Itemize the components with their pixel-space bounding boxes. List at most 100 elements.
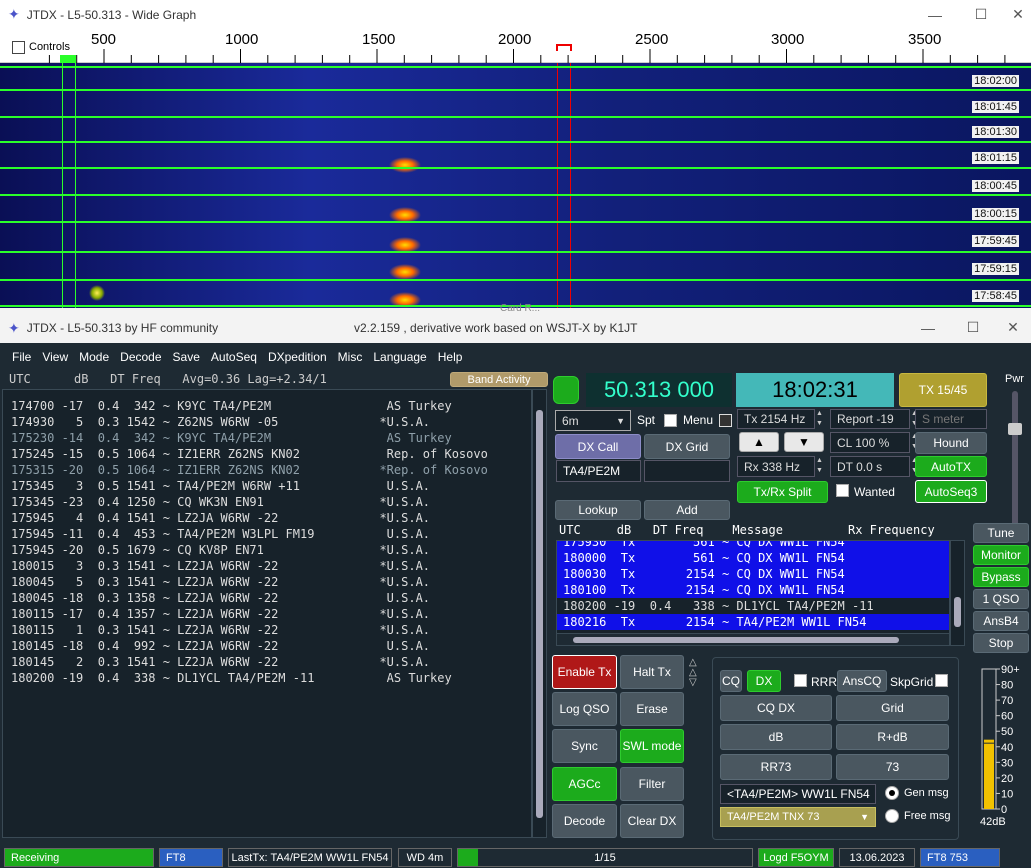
agcc-button[interactable]: AGCc <box>552 767 617 801</box>
maximize-icon[interactable]: ☐ <box>958 0 1004 29</box>
minimize-icon[interactable]: — <box>912 0 958 29</box>
rr73-button[interactable]: RR73 <box>720 754 832 780</box>
rx-spinner-icon[interactable]: ▲ ▼ <box>816 456 826 476</box>
close-icon[interactable]: ✕ <box>1005 0 1031 29</box>
rx-message-row[interactable]: 180030 Tx 2154 ~ CQ DX WW1L FN54 <box>557 566 949 582</box>
hound-button[interactable]: Hound <box>915 432 987 454</box>
gen-msg-field[interactable]: <TA4/PE2M> WW1L FN54 <box>720 784 876 804</box>
halt-tx-button[interactable]: Halt Tx <box>620 655 684 689</box>
spt-checkbox[interactable] <box>664 414 677 427</box>
decode-line[interactable]: 175230 -14 0.4 342 ~ K9YC TA4/PE2M AS Tu… <box>3 430 531 446</box>
freq-up-button[interactable]: ▲ <box>739 432 779 452</box>
menu-view[interactable]: View <box>42 350 68 364</box>
rx-message-row[interactable]: 175930 Tx 561 ~ CQ DX WW1L FN54 <box>557 541 949 550</box>
band-activity-button[interactable]: Band Activity <box>450 372 548 387</box>
enable-tx-button[interactable]: Enable Tx <box>552 655 617 689</box>
waterfall-display[interactable]: 18:02:00 18:01:45 18:01:30 18:01:15 18:0… <box>0 63 1031 308</box>
decode-line[interactable]: 180015 3 0.3 1541 ~ LZ2JA W6RW -22 *U.S.… <box>3 558 531 574</box>
decode-line[interactable]: 175945 -20 0.5 1679 ~ CQ KV8P EN71 *U.S.… <box>3 542 531 558</box>
decode-line[interactable]: 180115 1 0.3 1541 ~ LZ2JA W6RW -22 *U.S.… <box>3 622 531 638</box>
dx-call-button[interactable]: DX Call <box>555 434 641 459</box>
decode-line[interactable]: 175345 -23 0.4 1250 ~ CQ WK3N EN91 *U.S.… <box>3 494 531 510</box>
log-qso-button[interactable]: Log QSO <box>552 692 617 726</box>
menu-file[interactable]: File <box>12 350 31 364</box>
autotx-button[interactable]: AutoTX <box>915 456 987 477</box>
decode-line[interactable]: 180145 -18 0.4 992 ~ LZ2JA W6RW -22 U.S.… <box>3 638 531 654</box>
ansb4-button[interactable]: AnsB4 <box>973 611 1029 631</box>
clear-dx-button[interactable]: Clear DX <box>620 804 684 838</box>
erase-button[interactable]: Erase <box>620 692 684 726</box>
maximize-icon[interactable]: ☐ <box>950 313 996 342</box>
menu-language[interactable]: Language <box>373 350 426 364</box>
decode-line[interactable]: 174930 5 0.3 1542 ~ Z62NS W6RW -05 *U.S.… <box>3 414 531 430</box>
menu-save[interactable]: Save <box>173 350 200 364</box>
anscq-button[interactable]: AnsCQ <box>837 670 887 692</box>
report-field[interactable]: Report -19 <box>830 409 910 429</box>
rx-message-row[interactable]: 180216 Tx 2154 ~ TA4/PE2M WW1L FN54 <box>557 614 949 630</box>
close-icon[interactable]: ✕ <box>995 313 1031 342</box>
db-button[interactable]: dB <box>720 724 832 750</box>
decode-line[interactable]: 175945 4 0.4 1541 ~ LZ2JA W6RW -22 *U.S.… <box>3 510 531 526</box>
rx-marker[interactable] <box>60 55 76 63</box>
tx-spinner-icon[interactable]: ▲ ▼ <box>816 409 826 429</box>
free-msg-radio[interactable] <box>885 809 899 823</box>
menu-mode[interactable]: Mode <box>79 350 109 364</box>
tx-frequency-field[interactable]: Tx 2154 Hz <box>737 409 815 429</box>
rrr-checkbox[interactable] <box>794 674 807 687</box>
r-db-button[interactable]: R+dB <box>836 724 949 750</box>
menu-help[interactable]: Help <box>438 350 463 364</box>
minimize-icon[interactable]: — <box>905 313 951 342</box>
one-qso-button[interactable]: 1 QSO <box>973 589 1029 609</box>
dx-toggle-button[interactable]: DX <box>747 670 781 692</box>
tx-marker[interactable] <box>556 44 572 51</box>
decode-line[interactable]: 175945 -11 0.4 453 ~ TA4/PE2M W3LPL FM19… <box>3 526 531 542</box>
rx-message-row[interactable]: 180000 Tx 561 ~ CQ DX WW1L FN54 <box>557 550 949 566</box>
cq-button[interactable]: CQ <box>720 670 742 692</box>
rx-message-row[interactable]: 180200 -19 0.4 338 ~ DL1YCL TA4/PE2M -11 <box>557 598 949 614</box>
73-button[interactable]: 73 <box>836 754 949 780</box>
bypass-button[interactable]: Bypass <box>973 567 1029 587</box>
freq-down-button[interactable]: ▼ <box>784 432 824 452</box>
rx-frequency-list[interactable]: 175930 Tx 561 ~ CQ DX WW1L FN54 180000 Tx… <box>556 540 950 646</box>
band-activity-list[interactable]: 174700 -17 0.4 342 ~ K9YC TA4/PE2M AS Tu… <box>2 389 532 838</box>
cq-dx-button[interactable]: CQ DX <box>720 695 832 721</box>
skpgrid-checkbox[interactable] <box>935 674 948 687</box>
tx-order-icon[interactable]: △ △ ▽ <box>689 658 709 688</box>
menu-checkbox[interactable] <box>719 414 732 427</box>
filter-button[interactable]: Filter <box>620 767 684 801</box>
swl-mode-button[interactable]: SWL mode <box>620 729 684 763</box>
decode-line[interactable]: 174700 -17 0.4 342 ~ K9YC TA4/PE2M AS Tu… <box>3 398 531 414</box>
stop-button[interactable]: Stop <box>973 633 1029 653</box>
decode-line[interactable]: 175245 -15 0.5 1064 ~ IZ1ERR Z62NS KN02 … <box>3 446 531 462</box>
cl-field[interactable]: CL 100 % <box>830 432 910 453</box>
dx-grid-button[interactable]: DX Grid <box>644 434 730 459</box>
decode-line[interactable]: 180145 2 0.3 1541 ~ LZ2JA W6RW -22 *U.S.… <box>3 654 531 670</box>
add-button[interactable]: Add <box>644 500 730 520</box>
band-select[interactable]: 6m ▼ <box>555 410 631 431</box>
free-msg-field[interactable]: TA4/PE2M TNX 73 ▼ <box>720 807 876 827</box>
decode-line[interactable]: 180200 -19 0.4 338 ~ DL1YCL TA4/PE2M -11… <box>3 670 531 686</box>
autoseq3-button[interactable]: AutoSeq3 <box>915 480 987 503</box>
decode-line[interactable]: 180045 5 0.3 1541 ~ LZ2JA W6RW -22 *U.S.… <box>3 574 531 590</box>
gen-msg-radio[interactable] <box>885 786 899 800</box>
decode-line[interactable]: 175315 -20 0.5 1064 ~ IZ1ERR Z62NS KN02 … <box>3 462 531 478</box>
rx-frequency-field[interactable]: Rx 338 Hz <box>737 456 815 477</box>
dt-field[interactable]: DT 0.0 s <box>830 456 910 477</box>
wanted-checkbox[interactable] <box>836 484 849 497</box>
menu-decode[interactable]: Decode <box>120 350 161 364</box>
rx-frequency-scrollbar[interactable] <box>950 540 965 646</box>
rx-frequency-hscrollbar[interactable] <box>556 633 950 646</box>
txrx-split-button[interactable]: Tx/Rx Split <box>737 481 828 503</box>
sync-button[interactable]: Sync <box>552 729 617 763</box>
decode-line[interactable]: 180045 -18 0.3 1358 ~ LZ2JA W6RW -22 U.S… <box>3 590 531 606</box>
menu-dxpedition[interactable]: DXpedition <box>268 350 327 364</box>
dx-grid-field[interactable] <box>644 460 730 482</box>
decode-line[interactable]: 180115 -17 0.4 1357 ~ LZ2JA W6RW -22 *U.… <box>3 606 531 622</box>
band-activity-scrollbar[interactable] <box>532 389 547 838</box>
tune-button[interactable]: Tune <box>973 523 1029 543</box>
decode-line[interactable]: 175345 3 0.5 1541 ~ TA4/PE2M W6RW +11 U.… <box>3 478 531 494</box>
decode-button[interactable]: Decode <box>552 804 617 838</box>
power-slider[interactable] <box>1008 391 1022 531</box>
rx-message-row[interactable]: 180100 Tx 2154 ~ CQ DX WW1L FN54 <box>557 582 949 598</box>
tx-period-button[interactable]: TX 15/45 <box>899 373 987 407</box>
